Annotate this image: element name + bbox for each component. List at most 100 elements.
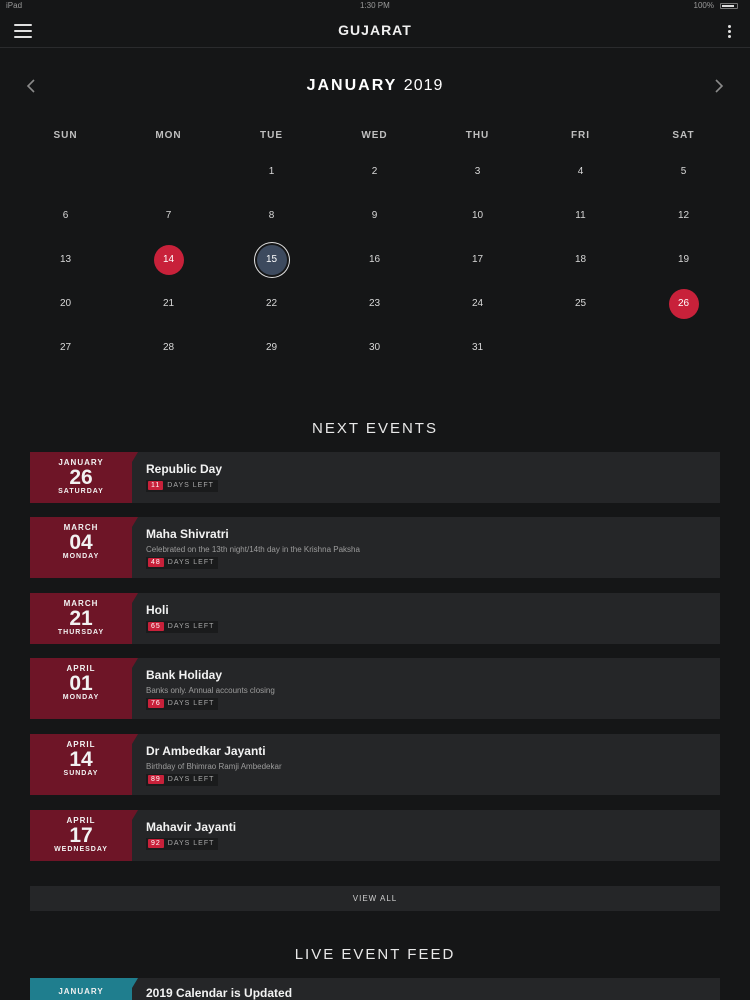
event-name: Republic Day (146, 462, 223, 476)
feed-title: 2019 Calendar is Updated (146, 986, 293, 1000)
calendar-day-5[interactable]: 5 (669, 157, 699, 187)
calendar-day-1[interactable]: 1 (257, 157, 287, 187)
event-weekday: THURSDAY (57, 629, 105, 636)
weekday-mon: MON (155, 130, 182, 141)
calendar-day-11[interactable]: 11 (566, 201, 596, 231)
event-weekday: SATURDAY (58, 488, 104, 495)
calendar-day-31[interactable]: 31 (463, 333, 493, 363)
status-time: 1:30 PM (360, 1, 390, 10)
event-day: 21 (69, 607, 93, 630)
days-left-label: DAYS LEFT (167, 482, 214, 489)
next-events-title: NEXT EVENTS (312, 420, 438, 437)
feed-item[interactable]: JANUARY 2019 Calendar is Updated (30, 978, 720, 1000)
kebab-icon[interactable] (728, 25, 732, 39)
event-date: MARCH 04 MONDAY (30, 517, 138, 578)
event-description: Celebrated on the 13th night/14th day in… (146, 545, 360, 554)
calendar-day-3[interactable]: 3 (463, 157, 493, 187)
days-left-label: DAYS LEFT (167, 700, 215, 707)
chevron-right-icon[interactable] (708, 76, 728, 96)
weekday-sat: SAT (672, 130, 695, 141)
event-day: 04 (69, 531, 93, 554)
navbar: GUJARAT (0, 12, 750, 48)
calendar-day-10[interactable]: 10 (463, 201, 493, 231)
days-left-count: 89 (148, 775, 164, 784)
weekday-thu: THU (465, 130, 490, 141)
calendar-day-23[interactable]: 23 (360, 289, 390, 319)
calendar-grid: 1 2 3 4 5 6 7 8 9 10 11 12 13 14 15 16 17 18 19 20 21 22 23 24 2… (14, 150, 734, 370)
calendar-day-7[interactable]: 7 (154, 201, 184, 231)
event-name: Bank Holiday (146, 668, 223, 682)
status-bar: iPad 1:30 PM 100% (0, 0, 750, 12)
days-left-badge: 48 DAYS LEFT (146, 557, 219, 569)
calendar-day-28[interactable]: 28 (154, 333, 184, 363)
calendar-day-9[interactable]: 9 (360, 201, 390, 231)
calendar-day-20[interactable]: 20 (51, 289, 81, 319)
event-card[interactable]: MARCH 04 MONDAY Maha Shivratri Celebrated on… (30, 517, 720, 578)
calendar-day-13[interactable]: 13 (51, 245, 81, 275)
event-day: 26 (69, 466, 93, 489)
event-card[interactable]: JANUARY 26 SATURDAY Republic Day 11 DAYS LEFT (30, 452, 720, 503)
days-left-badge: 89 DAYS LEFT (146, 774, 219, 786)
event-name: Mahavir Jayanti (146, 820, 237, 834)
days-left-badge: 76 DAYS LEFT (146, 698, 219, 710)
calendar-day-4[interactable]: 4 (566, 157, 596, 187)
calendar-day-19[interactable]: 19 (669, 245, 699, 275)
view-all-button[interactable]: VIEW ALL (30, 886, 720, 911)
event-card[interactable]: APRIL 17 WEDNESDAY Mahavir Jayanti 92 DAYS LE… (30, 810, 720, 861)
days-left-label: DAYS LEFT (167, 776, 215, 783)
calendar-day-6[interactable]: 6 (51, 201, 81, 231)
feed-date: JANUARY (30, 978, 138, 1000)
event-day: 01 (69, 672, 93, 695)
event-name: Holi (146, 603, 169, 617)
event-date: APRIL 14 SUNDAY (30, 734, 138, 795)
event-weekday: SUNDAY (63, 770, 99, 777)
days-left-count: 65 (148, 622, 164, 631)
days-left-badge: 92 DAYS LEFT (146, 838, 219, 850)
event-date: APRIL 17 WEDNESDAY (30, 810, 138, 861)
event-card[interactable]: APRIL 01 MONDAY Bank Holiday Banks only. Ann… (30, 658, 720, 719)
days-left-count: 92 (148, 839, 164, 848)
event-description: Birthday of Bhimrao Ramji Ambedekar (146, 762, 282, 771)
calendar-day-27[interactable]: 27 (51, 333, 81, 363)
calendar-day-29[interactable]: 29 (257, 333, 287, 363)
month-year: 2019 (403, 77, 444, 94)
days-left-label: DAYS LEFT (167, 559, 215, 566)
calendar-day-16[interactable]: 16 (360, 245, 390, 275)
weekday-sun: SUN (53, 130, 78, 141)
days-left-badge: 11 DAYS LEFT (146, 480, 218, 492)
calendar-day-8[interactable]: 8 (257, 201, 287, 231)
calendar-day-14[interactable]: 14 (153, 245, 184, 275)
calendar-day-22[interactable]: 22 (257, 289, 287, 319)
calendar-day-15[interactable]: 15 (256, 245, 287, 275)
event-name: Maha Shivratri (146, 527, 229, 541)
calendar-day-25[interactable]: 25 (566, 289, 596, 319)
calendar-day-18[interactable]: 18 (566, 245, 596, 275)
calendar-day-30[interactable]: 30 (360, 333, 390, 363)
event-description: Banks only. Annual accounts closing (146, 686, 275, 695)
event-day: 14 (69, 748, 93, 771)
event-weekday: MONDAY (62, 694, 100, 701)
days-left-label: DAYS LEFT (167, 623, 215, 630)
calendar-day-24[interactable]: 24 (463, 289, 493, 319)
days-left-count: 76 (148, 699, 164, 708)
battery-icon (720, 3, 738, 9)
weekday-wed: WED (361, 130, 388, 141)
calendar-day-12[interactable]: 12 (669, 201, 699, 231)
event-card[interactable]: MARCH 21 THURSDAY Holi 65 DAYS LEFT (30, 593, 720, 644)
weekday-tue: TUE (260, 130, 283, 141)
calendar-day-21[interactable]: 21 (154, 289, 184, 319)
event-card[interactable]: APRIL 14 SUNDAY Dr Ambedkar Jayanti Birthday… (30, 734, 720, 795)
calendar-day-2[interactable]: 2 (360, 157, 390, 187)
days-left-badge: 65 DAYS LEFT (146, 621, 219, 633)
event-date: APRIL 01 MONDAY (30, 658, 138, 719)
weekday-fri: FRI (570, 130, 591, 141)
month-title: JANUARY 2019 (0, 77, 750, 95)
days-left-count: 11 (148, 481, 164, 490)
event-name: Dr Ambedkar Jayanti (146, 744, 266, 758)
live-feed-title: LIVE EVENT FEED (294, 946, 456, 963)
calendar-day-17[interactable]: 17 (463, 245, 493, 275)
carrier-label: iPad (6, 1, 23, 10)
calendar-day-26[interactable]: 26 (668, 289, 699, 319)
weekday-header: SUN MON TUE WED THU FRI SAT (14, 130, 734, 144)
battery-percent: 100% (693, 1, 714, 10)
